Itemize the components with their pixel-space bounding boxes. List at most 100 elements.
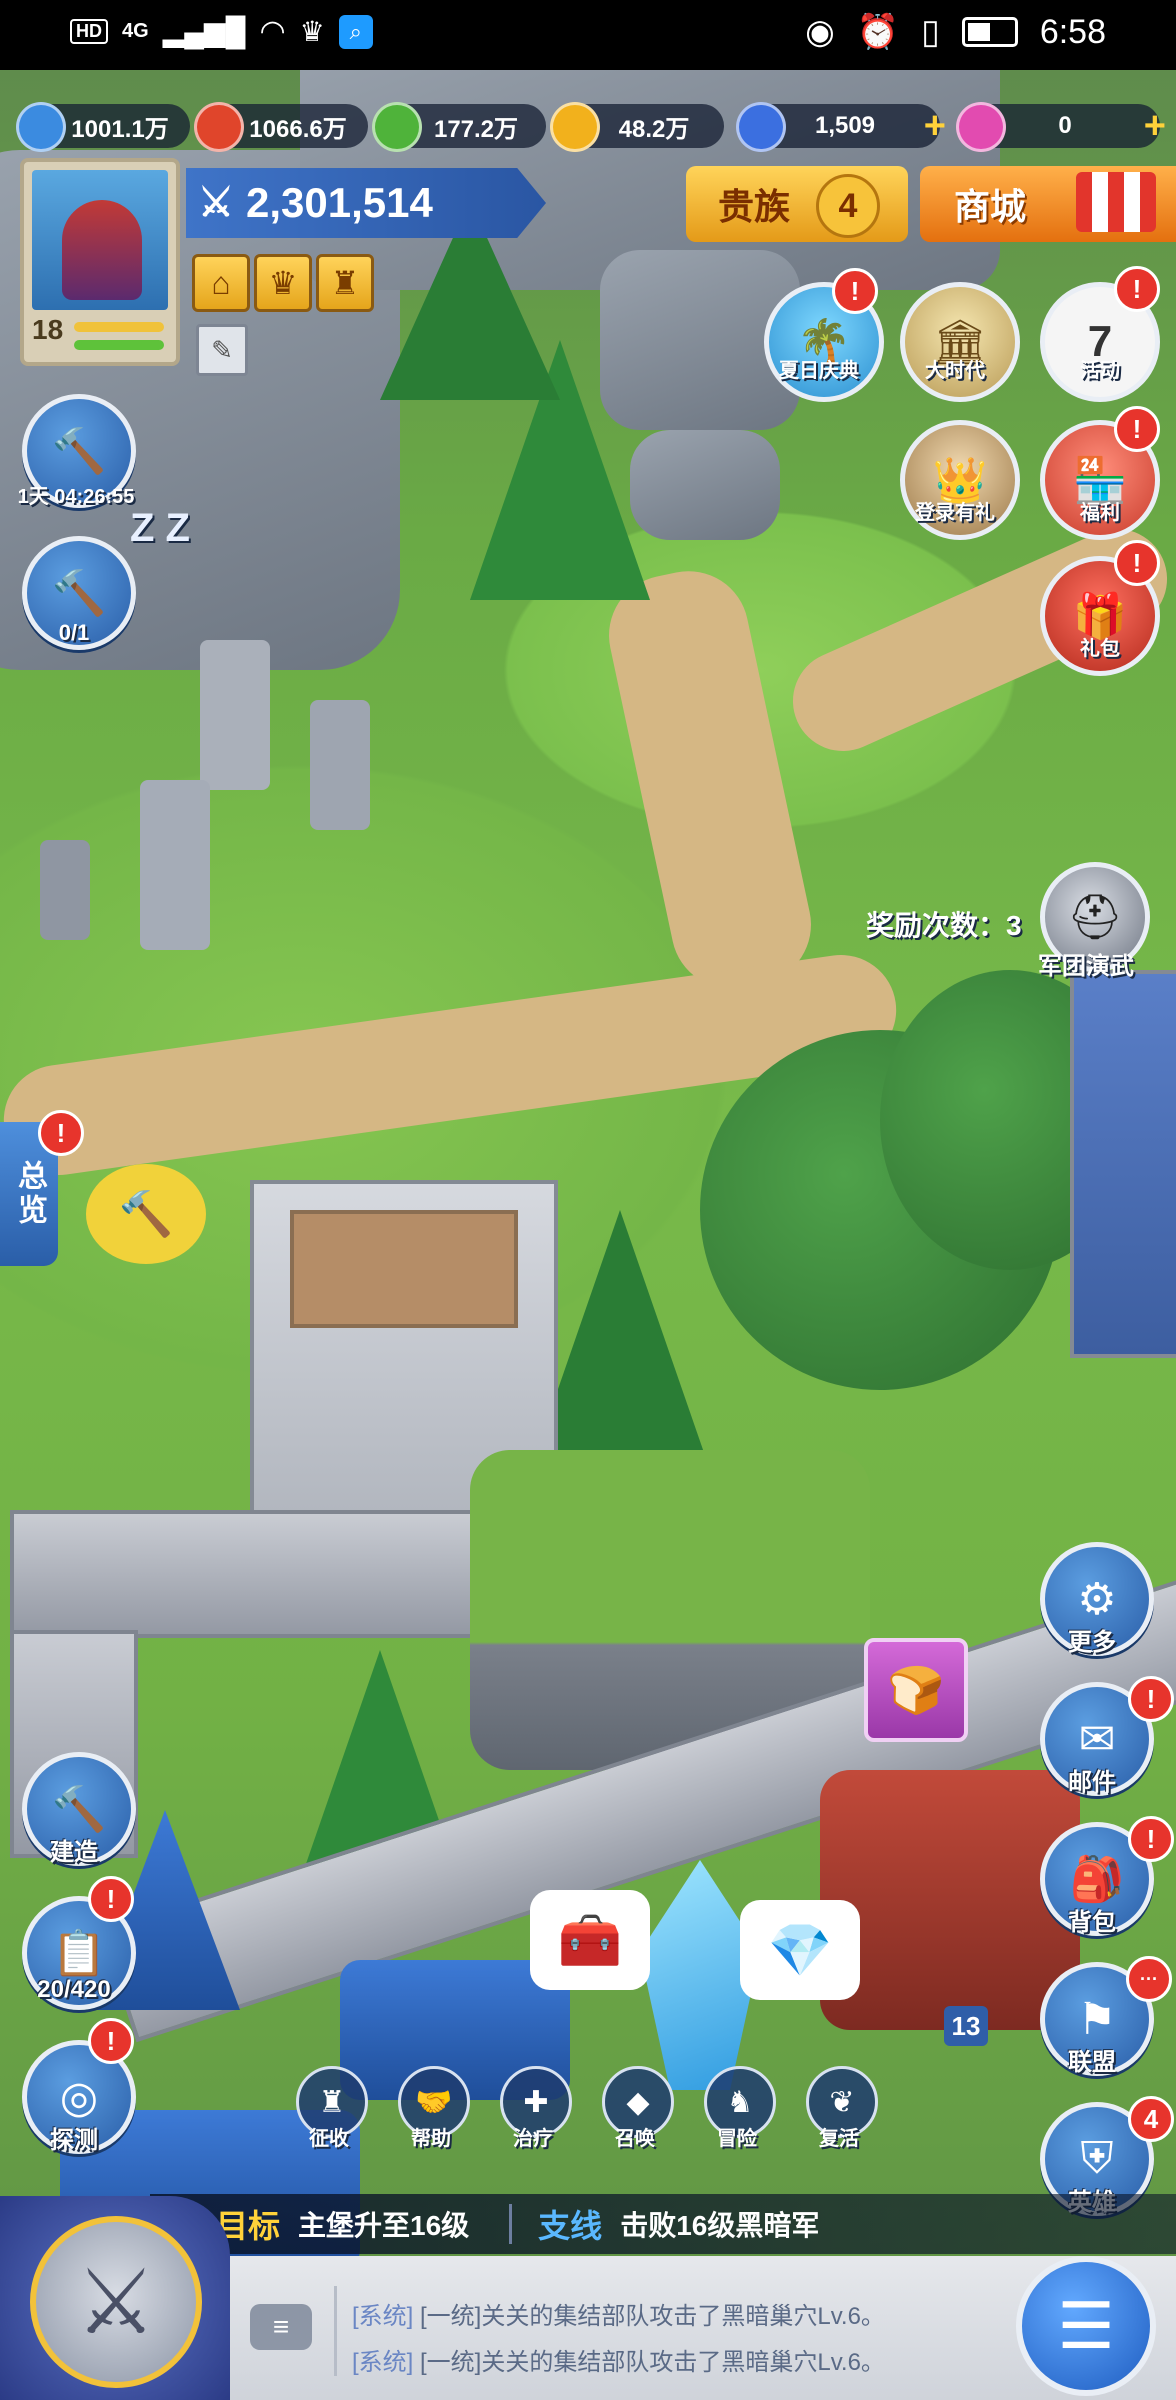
activity-label: 活动 — [1080, 360, 1120, 382]
eye-icon: ◉ — [805, 13, 835, 51]
world-map-button[interactable]: ⚔ — [0, 2196, 230, 2400]
player-avatar-card[interactable]: 18 — [20, 158, 180, 366]
chat-bubble-icon: ≡ — [250, 2304, 312, 2350]
power-display[interactable]: ⚔ 2,301,514 — [186, 168, 546, 238]
resource-value: 48.2万 — [618, 115, 690, 143]
crystal-icon: 💎 — [767, 1921, 833, 1980]
tower-top — [290, 1210, 518, 1328]
helmet-icon: ⛑ — [1067, 893, 1123, 942]
mail-label: 邮件 — [1068, 1769, 1116, 1796]
overview-build-shortcut[interactable]: 🔨 — [86, 1164, 206, 1264]
shop-button[interactable]: 商城 — [920, 166, 1176, 242]
era-button[interactable]: 🏛 — [900, 282, 1020, 402]
city-wall — [10, 1510, 538, 1638]
medical-shield-icon: ✚ — [523, 2085, 549, 2119]
side-goal-tag: 支线 — [538, 2208, 603, 2244]
alert-badge: ! — [1114, 266, 1160, 312]
resource-gold[interactable]: 48.2万 — [550, 102, 724, 152]
goal-divider — [509, 2204, 513, 2244]
goal-bar[interactable]: 目标 主堡升至16级 支线 击败16级黑暗军 — [150, 2194, 1176, 2254]
boulder-small — [630, 430, 780, 540]
add-crystal-button[interactable]: + — [924, 106, 946, 146]
home-button[interactable]: ⌂ — [192, 254, 250, 312]
envelope-icon: ✉ — [1078, 1714, 1116, 1764]
castle-button[interactable]: ♜ — [316, 254, 374, 312]
leaf-icon — [372, 102, 422, 152]
idle-indicator: Z Z — [130, 506, 190, 550]
alert-badge: ! — [832, 268, 878, 314]
ruins[interactable] — [30, 640, 370, 970]
alert-badge: ! — [38, 1110, 84, 1156]
forge-building[interactable] — [820, 1770, 1080, 2030]
main-menu-button[interactable]: ☰ — [1016, 2256, 1156, 2396]
crystal-shard-icon: ◆ — [626, 2085, 650, 2119]
summer-event-label: 夏日庆典 — [779, 360, 859, 382]
food-bubble[interactable]: 🍞 — [864, 1638, 968, 1742]
build-timer: 1天 04:26:55 — [17, 486, 135, 508]
handshake-icon: 🤝 — [415, 2085, 453, 2119]
heal-label: 治疗 — [513, 2128, 553, 2150]
spartan-helmet-icon: ⛨ — [1080, 2134, 1114, 2183]
resource-value: 1,509 — [814, 112, 876, 139]
resource-water[interactable]: 1001.1万 — [16, 102, 190, 152]
scroll-icon: ✎ — [211, 334, 233, 365]
resource-gem[interactable]: 0 + — [956, 102, 1166, 152]
revive-label: 复活 — [819, 2128, 859, 2150]
list-icon: ☰ — [1057, 2289, 1115, 2362]
resource-value: 0 — [1058, 112, 1072, 139]
side-goal-text: 击败16级黑暗军 — [620, 2210, 820, 2241]
wifi-icon: ◠ — [259, 15, 286, 48]
treasure-chest-icon: 🧰 — [557, 1911, 623, 1970]
player-level: 18 — [32, 314, 64, 345]
resource-crystal[interactable]: 1,509 + — [736, 102, 946, 152]
vibrate-icon: ▯ — [921, 13, 940, 51]
alert-badge: ! — [1128, 1816, 1174, 1862]
welfare-label: 福利 — [1080, 502, 1120, 524]
backpack-icon: 🎒 — [1069, 1855, 1125, 1904]
gold-icon — [550, 102, 600, 152]
crossed-swords-shield-icon: ⚔ — [30, 2216, 202, 2388]
era-label: 大时代 — [925, 360, 985, 382]
main-goal-text: 主堡升至16级 — [298, 2210, 470, 2241]
alarm-icon: ⏰ — [856, 13, 900, 51]
chat-text: [一统]关关的集结部队攻击了黑暗巢穴Lv.6。 — [420, 2349, 885, 2376]
water-icon — [16, 102, 66, 152]
clock-time: 6:58 — [1039, 12, 1106, 51]
chat-channel: [系统] — [352, 2349, 414, 2376]
hammer-icon: 🔨 — [118, 1190, 174, 1239]
collect-label: 征收 — [309, 2128, 349, 2150]
clipboard-icon: 📋 — [51, 1929, 107, 1978]
banner-icon: ⚑ — [1077, 1994, 1117, 2044]
dirt-path — [597, 560, 823, 1000]
tile-level-badge: 13 — [944, 2006, 988, 2046]
stamina-bar — [74, 340, 164, 350]
home-icon: ⌂ — [211, 264, 231, 301]
alert-badge: ! — [88, 1876, 134, 1922]
alert-badge: ! — [1114, 540, 1160, 586]
chat-channel: [系统] — [352, 2303, 414, 2330]
bag-label: 背包 — [1068, 1909, 1116, 1936]
adventure-label: 冒险 — [717, 2128, 757, 2150]
ruin-pillar — [200, 640, 270, 790]
task-count: 20/420 — [37, 1976, 111, 2003]
noble-button[interactable]: 贵族 4 — [686, 166, 908, 242]
add-gem-button[interactable]: + — [1144, 106, 1166, 146]
legion-reward-text: 奖励次数：3 — [866, 910, 1022, 941]
alliance-badge: ··· — [1126, 1956, 1172, 2002]
food-icon: 🍞 — [887, 1663, 945, 1716]
gift-pack-label: 礼包 — [1080, 638, 1120, 660]
crown-button[interactable]: ♛ — [254, 254, 312, 312]
crystal-bubble[interactable]: 💎 — [740, 1900, 860, 2000]
exp-bar — [74, 322, 164, 332]
resource-plant[interactable]: 177.2万 — [372, 102, 546, 152]
alert-badge: ! — [88, 2018, 134, 2064]
gear-icon: ⚙ — [1077, 1574, 1117, 1624]
chest-bubble[interactable]: 🧰 — [530, 1890, 650, 1990]
noble-label: 贵族 — [718, 186, 791, 227]
status-bar: HD 4G ▂▄▆█ ◠ ♛ ⌕ ◉ ⏰ ▯ 6:58 — [0, 0, 1176, 70]
resource-fire[interactable]: 1066.6万 — [194, 102, 368, 152]
dragon-bird-icon — [62, 200, 142, 300]
hammer-icon: 🔨 — [51, 569, 107, 618]
crown-icon: ♛ — [299, 16, 325, 47]
chat-info-button[interactable]: ✎ — [196, 324, 248, 376]
